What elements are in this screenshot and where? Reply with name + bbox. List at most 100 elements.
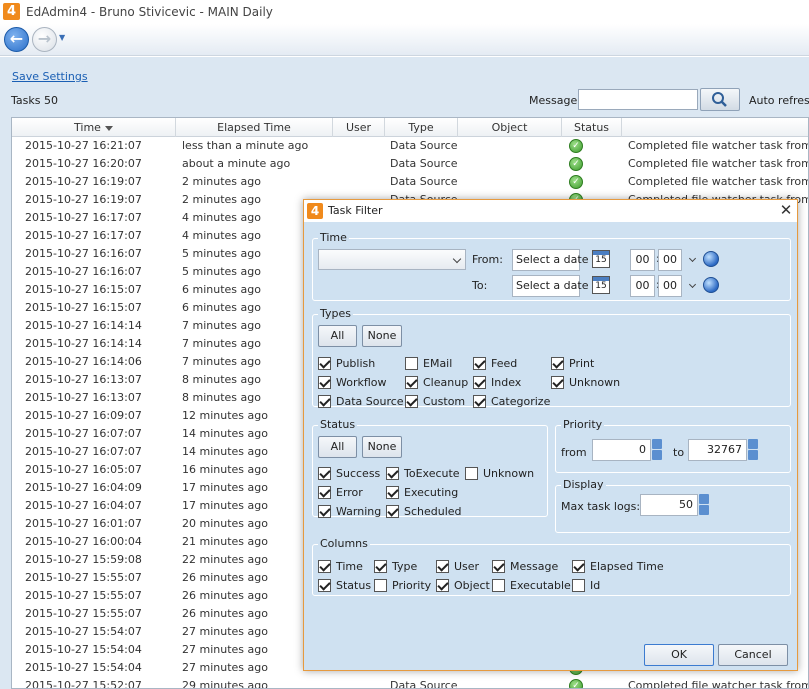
- types-checkbox-index[interactable]: Index: [473, 376, 521, 390]
- types-checkbox-print[interactable]: Print: [551, 357, 594, 371]
- checkbox-box[interactable]: [386, 505, 399, 518]
- status-checkbox-toexecute[interactable]: ToExecute: [386, 467, 460, 481]
- status-checkbox-error[interactable]: Error: [318, 486, 363, 500]
- checkbox-box[interactable]: [473, 357, 486, 370]
- columns-checkbox-executable[interactable]: Executable: [492, 579, 571, 593]
- globe-icon[interactable]: [703, 251, 719, 267]
- checkbox-box[interactable]: [318, 395, 331, 408]
- types-checkbox-email[interactable]: EMail: [405, 357, 452, 371]
- checkbox-box[interactable]: [492, 560, 505, 573]
- checkbox-box[interactable]: [405, 376, 418, 389]
- column-header-user[interactable]: User: [333, 118, 385, 137]
- max-task-logs-input[interactable]: 50: [640, 494, 698, 516]
- globe-icon[interactable]: [703, 277, 719, 293]
- columns-checkbox-id[interactable]: Id: [572, 579, 600, 593]
- checkbox-box[interactable]: [318, 579, 331, 592]
- from-minute-field[interactable]: 00: [658, 249, 682, 271]
- to-date-field[interactable]: Select a date: [512, 275, 588, 297]
- search-button[interactable]: [700, 88, 740, 111]
- types-checkbox-categorize[interactable]: Categorize: [473, 395, 550, 409]
- calendar-icon[interactable]: 15: [592, 250, 610, 268]
- to-hour-field[interactable]: 00: [630, 275, 655, 297]
- checkbox-box[interactable]: [473, 376, 486, 389]
- columns-checkbox-object[interactable]: Object: [436, 579, 490, 593]
- calendar-icon[interactable]: 15: [592, 276, 610, 294]
- checkbox-box[interactable]: [318, 486, 331, 499]
- history-dropdown-icon[interactable]: ▼: [59, 33, 65, 42]
- checkbox-box[interactable]: [405, 395, 418, 408]
- column-header-time[interactable]: Time: [12, 118, 176, 137]
- message-search-input[interactable]: [578, 89, 698, 110]
- types-checkbox-feed[interactable]: Feed: [473, 357, 517, 371]
- checkbox-box[interactable]: [465, 467, 478, 480]
- status-checkbox-warning[interactable]: Warning: [318, 505, 381, 519]
- column-header-type[interactable]: Type: [385, 118, 458, 137]
- status-none-button[interactable]: None: [362, 436, 402, 458]
- table-row[interactable]: 2015-10-27 16:20:07 about a minute ago Dat…: [12, 155, 808, 173]
- priority-from-spinner[interactable]: [652, 439, 662, 461]
- checkbox-box[interactable]: [318, 505, 331, 518]
- status-checkbox-executing[interactable]: Executing: [386, 486, 458, 500]
- from-hour-field[interactable]: 00: [630, 249, 655, 271]
- to-minute-field[interactable]: 00: [658, 275, 682, 297]
- checkbox-box[interactable]: [318, 467, 331, 480]
- status-checkbox-success[interactable]: Success: [318, 467, 380, 481]
- columns-checkbox-user[interactable]: User: [436, 560, 479, 574]
- priority-to-input[interactable]: 32767: [688, 439, 747, 461]
- checkbox-box[interactable]: [374, 560, 387, 573]
- checkbox-box[interactable]: [551, 376, 564, 389]
- checkbox-box[interactable]: [318, 376, 331, 389]
- checkbox-box[interactable]: [572, 579, 585, 592]
- column-header-object[interactable]: Object: [458, 118, 562, 137]
- chevron-down-icon[interactable]: [688, 280, 697, 289]
- forward-arrow-icon[interactable]: →: [32, 27, 57, 52]
- status-all-button[interactable]: All: [318, 436, 357, 458]
- auto-refresh-label[interactable]: Auto refresh: [749, 94, 809, 107]
- columns-checkbox-time[interactable]: Time: [318, 560, 363, 574]
- status-checkbox-unknown[interactable]: Unknown: [465, 467, 534, 481]
- checkbox-box[interactable]: [386, 467, 399, 480]
- checkbox-box[interactable]: [436, 579, 449, 592]
- table-row[interactable]: 2015-10-27 16:21:07 less than a minute ag…: [12, 137, 808, 155]
- checkbox-box[interactable]: [318, 357, 331, 370]
- types-checkbox-custom[interactable]: Custom: [405, 395, 465, 409]
- max-task-logs-spinner[interactable]: [699, 494, 709, 516]
- checkbox-box[interactable]: [405, 357, 418, 370]
- columns-checkbox-elapsed-time[interactable]: Elapsed Time: [572, 560, 664, 574]
- types-checkbox-cleanup[interactable]: Cleanup: [405, 376, 468, 390]
- checkbox-box[interactable]: [436, 560, 449, 573]
- types-checkbox-unknown[interactable]: Unknown: [551, 376, 620, 390]
- table-row[interactable]: 2015-10-27 15:52:07 29 minutes ago Data So…: [12, 677, 808, 688]
- column-header-message[interactable]: [622, 118, 808, 137]
- checkbox-box[interactable]: [473, 395, 486, 408]
- from-date-field[interactable]: Select a date: [512, 249, 588, 271]
- column-header-elapsed-time[interactable]: Elapsed Time: [176, 118, 333, 137]
- checkbox-box[interactable]: [572, 560, 585, 573]
- priority-from-input[interactable]: 0: [592, 439, 651, 461]
- column-header-status[interactable]: Status: [562, 118, 622, 137]
- types-none-button[interactable]: None: [362, 325, 402, 347]
- checkbox-box[interactable]: [374, 579, 387, 592]
- checkbox-box[interactable]: [386, 486, 399, 499]
- columns-checkbox-status[interactable]: Status: [318, 579, 371, 593]
- types-all-button[interactable]: All: [318, 325, 357, 347]
- checkbox-box[interactable]: [551, 357, 564, 370]
- table-row[interactable]: 2015-10-27 16:19:07 2 minutes ago Data Sou…: [12, 173, 808, 191]
- back-arrow-icon[interactable]: ←: [4, 27, 29, 52]
- checkbox-box[interactable]: [492, 579, 505, 592]
- types-checkbox-publish[interactable]: Publish: [318, 357, 375, 371]
- status-checkbox-scheduled[interactable]: Scheduled: [386, 505, 462, 519]
- save-settings-link[interactable]: Save Settings: [12, 70, 88, 83]
- columns-checkbox-priority[interactable]: Priority: [374, 579, 431, 593]
- time-range-combo[interactable]: [318, 249, 466, 270]
- cancel-button[interactable]: Cancel: [718, 644, 788, 666]
- types-checkbox-workflow[interactable]: Workflow: [318, 376, 387, 390]
- columns-checkbox-type[interactable]: Type: [374, 560, 417, 574]
- priority-to-spinner[interactable]: [748, 439, 758, 461]
- columns-checkbox-message[interactable]: Message: [492, 560, 558, 574]
- ok-button[interactable]: OK: [644, 644, 714, 666]
- close-icon[interactable]: ✕: [777, 201, 795, 219]
- checkbox-box[interactable]: [318, 560, 331, 573]
- chevron-down-icon[interactable]: [688, 254, 697, 263]
- types-checkbox-data-source[interactable]: Data Source: [318, 395, 404, 409]
